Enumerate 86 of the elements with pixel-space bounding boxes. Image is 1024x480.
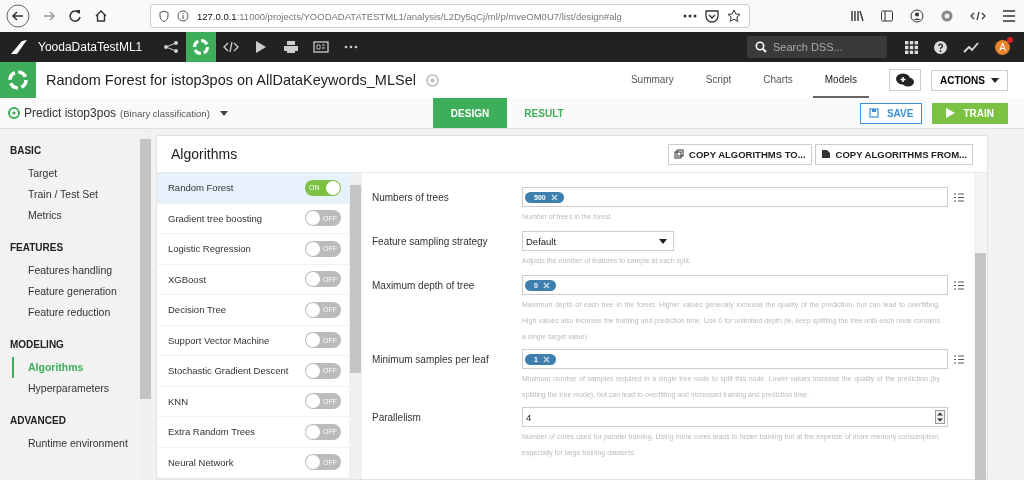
- copy-icon: [674, 149, 685, 159]
- sidebar-section-title: FEATURES: [10, 242, 65, 254]
- code-icon[interactable]: [970, 11, 986, 21]
- bird-logo-icon[interactable]: [10, 39, 28, 55]
- header-tab[interactable]: Charts: [751, 62, 805, 98]
- caret-icon[interactable]: [219, 110, 228, 116]
- header-tab[interactable]: Script: [693, 62, 744, 98]
- list-icon[interactable]: [954, 354, 964, 364]
- sidebar-item[interactable]: Train / Test Set: [0, 184, 139, 205]
- header-tab[interactable]: Summary: [618, 62, 686, 98]
- settings-scrollbar[interactable]: [974, 173, 987, 479]
- remove-icon[interactable]: [542, 281, 550, 289]
- analysis-title: Random Forest for istop3pos on AllDataKeywords_MLSel: [46, 72, 416, 88]
- algorithm-name: KNN: [168, 395, 189, 407]
- project-name[interactable]: YoodaDataTestML1: [38, 40, 143, 54]
- document-icon: [820, 149, 831, 159]
- dashboard-icon[interactable]: [313, 41, 330, 53]
- more-icon[interactable]: [344, 45, 359, 49]
- sidebar-item[interactable]: Runtime environment: [0, 433, 139, 454]
- pocket-icon[interactable]: [705, 9, 719, 23]
- apps-grid-icon[interactable]: [905, 40, 918, 54]
- algorithm-name: Extra Random Trees: [168, 426, 256, 438]
- star-icon[interactable]: [727, 9, 741, 23]
- trend-icon[interactable]: [963, 41, 979, 53]
- copy-algorithms-button[interactable]: COPY ALGORITHMS FROM...: [814, 143, 973, 165]
- sidebar-item[interactable]: Metrics: [0, 205, 139, 226]
- chat-bubbles-icon: [895, 72, 915, 88]
- info-icon[interactable]: [177, 10, 189, 22]
- sidebar-section-title: MODELING: [10, 339, 65, 351]
- shield-icon: [159, 10, 169, 22]
- url-text: 127.0.0.1:11000/projects/YOODADATATESTML1/analysis/L2Dy5qCj/ml/p/mveOM0U7/list/design#alg: [197, 10, 623, 22]
- sidebar-item[interactable]: Features handling: [0, 260, 139, 281]
- sidebar-section-title: ADVANCED: [10, 415, 67, 427]
- reload-icon[interactable]: [68, 9, 82, 23]
- more-icon[interactable]: [683, 14, 697, 18]
- back-icon[interactable]: [6, 4, 30, 28]
- algorithm-name: XGBoost: [168, 273, 207, 285]
- play-icon: [946, 108, 956, 118]
- task-type: (Binary classification): [120, 107, 210, 119]
- home-icon[interactable]: [94, 9, 108, 23]
- algorithm-name: Random Forest: [168, 182, 234, 194]
- number-input[interactable]: 4: [522, 407, 948, 427]
- account-icon[interactable]: [910, 9, 924, 23]
- caret-icon: [659, 238, 667, 244]
- sidebar-item[interactable]: Feature generation: [0, 281, 139, 302]
- algorithm-list-scrollbar[interactable]: [349, 173, 362, 479]
- algorithm-name: Stochastic Gradient Descent: [168, 365, 289, 377]
- discussions-button[interactable]: [889, 69, 921, 91]
- ml-tab[interactable]: [186, 32, 217, 62]
- sidebar-icon[interactable]: [880, 9, 894, 23]
- flow-icon[interactable]: [163, 40, 180, 54]
- copy-algorithms-button[interactable]: COPY ALGORITHMS TO...: [668, 143, 812, 165]
- parameter-label: Numbers of trees: [372, 191, 450, 205]
- panel-title: Algorithms: [171, 146, 238, 162]
- search-field[interactable]: Search DSS...: [747, 36, 887, 58]
- parameter-label: Maximum depth of tree: [372, 279, 476, 293]
- sidebar-item[interactable]: Target: [0, 163, 139, 184]
- list-icon[interactable]: [954, 280, 964, 290]
- sidebar-section-title: BASIC: [10, 145, 43, 157]
- target-icon: [8, 107, 20, 119]
- algorithm-name: Neural Network: [168, 456, 234, 468]
- caret-icon: [991, 77, 999, 83]
- remove-icon[interactable]: [550, 193, 558, 201]
- dropdown[interactable]: Default: [522, 231, 674, 251]
- actions-button[interactable]: ACTIONS: [931, 69, 1008, 91]
- sidebar-item[interactable]: Feature reduction: [0, 302, 139, 323]
- spinner-icon[interactable]: [935, 410, 945, 424]
- menu-icon[interactable]: [1002, 10, 1016, 22]
- parameter-label: Feature sampling strategy: [372, 235, 489, 249]
- remove-icon[interactable]: [542, 355, 550, 363]
- parameter-label: Parallelism: [372, 411, 422, 425]
- list-icon[interactable]: [954, 192, 964, 202]
- forward-icon[interactable]: [42, 9, 56, 23]
- address-bar[interactable]: 127.0.0.1:11000/projects/YOODADATATESTML1/analysis/L2Dy5qCj/ml/p/mveOM0U7/list/design#alg: [150, 4, 750, 28]
- algorithm-name: Gradient tree boosting: [168, 212, 262, 224]
- prediction-task[interactable]: Predict istop3pos: [24, 106, 117, 120]
- algorithm-name: Logistic Regression: [168, 243, 251, 255]
- algorithm-name: Support Vector Machine: [168, 334, 270, 346]
- play-icon[interactable]: [255, 40, 268, 54]
- algorithm-name: Decision Tree: [168, 304, 227, 316]
- ring-icon: [192, 38, 211, 56]
- parameter-label: Minimum samples per leaf: [372, 353, 490, 367]
- printer-icon[interactable]: [283, 40, 300, 54]
- library-icon[interactable]: [850, 9, 864, 23]
- sidebar-item[interactable]: Hyperparameters: [0, 378, 139, 399]
- help-icon[interactable]: [934, 40, 947, 54]
